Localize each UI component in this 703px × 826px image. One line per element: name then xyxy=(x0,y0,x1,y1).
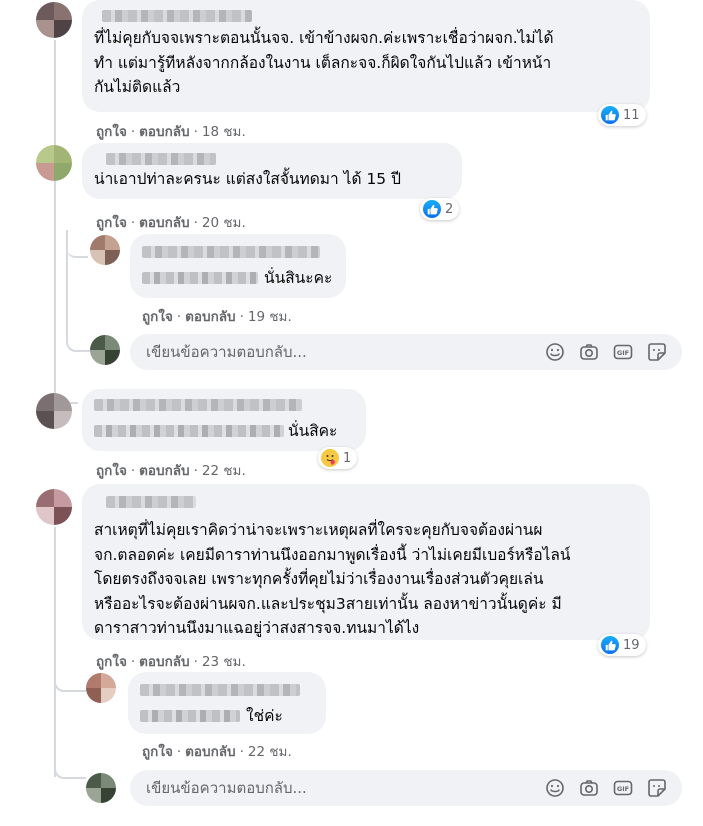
thread-connector xyxy=(54,670,86,692)
reply-bubble: ใช่ค่ะ xyxy=(128,672,326,734)
comment-time[interactable]: 19 ชม. xyxy=(248,309,292,325)
separator: · xyxy=(193,124,198,140)
reply-input[interactable] xyxy=(130,769,544,807)
comment-text: ใช่ค่ะ xyxy=(246,707,283,725)
reaction-badge[interactable]: 11 xyxy=(598,104,646,126)
comment-text: นั่นสิคะ xyxy=(288,422,338,440)
reaction-count: 2 xyxy=(445,201,454,217)
commenter-name[interactable] xyxy=(102,10,252,22)
avatar xyxy=(86,773,116,803)
comment-time[interactable]: 23 ชม. xyxy=(202,654,246,670)
separator: · xyxy=(176,309,182,325)
like-reaction-icon xyxy=(423,200,441,218)
reply-button[interactable]: ตอบกลับ xyxy=(185,744,235,760)
reaction-count: 11 xyxy=(623,107,640,123)
reply-button[interactable]: ตอบกลับ xyxy=(185,309,235,325)
camera-icon[interactable] xyxy=(578,341,600,363)
camera-icon[interactable] xyxy=(578,777,600,799)
reply-button[interactable]: ตอบกลับ xyxy=(139,124,189,140)
comment-time[interactable]: 18 ชม. xyxy=(202,124,246,140)
thread-line xyxy=(54,40,56,402)
separator: · xyxy=(193,654,198,670)
separator: · xyxy=(130,654,136,670)
reply-tools: GIF xyxy=(544,777,682,799)
reply-tools: GIF xyxy=(544,341,682,363)
reply-button[interactable]: ตอบกลับ xyxy=(139,463,189,479)
svg-text:GIF: GIF xyxy=(617,349,629,357)
thread-line xyxy=(54,527,56,777)
like-button[interactable]: ถูกใจ xyxy=(96,463,127,479)
avatar[interactable] xyxy=(36,393,72,429)
comment-bubble: สาเหตุที่ไม่คุยเราคิดว่าน่าจะเพราะเหตุผล… xyxy=(82,484,650,640)
like-reaction-icon xyxy=(601,106,619,124)
separator: · xyxy=(193,215,198,231)
comment-text: น่าเอาปท่าละครนะ แต่สงใสจั้นทดมา ได้ 15 … xyxy=(94,170,401,188)
comment-text: นั่นสินะคะ xyxy=(264,269,333,287)
like-button[interactable]: ถูกใจ xyxy=(96,654,127,670)
comment-actions: ถูกใจ · ตอบกลับ · 22 ชม. xyxy=(142,740,292,762)
gif-icon[interactable]: GIF xyxy=(612,777,634,799)
reply-button[interactable]: ตอบกลับ xyxy=(139,654,189,670)
svg-text:GIF: GIF xyxy=(617,785,629,793)
reaction-badge[interactable]: 19 xyxy=(598,634,646,656)
separator: · xyxy=(130,124,136,140)
separator: · xyxy=(193,463,198,479)
comment-actions: ถูกใจ · ตอบกลับ · 23 ชม. xyxy=(96,650,246,672)
thread-connector xyxy=(66,234,88,258)
reaction-badge[interactable]: 1 xyxy=(318,447,358,469)
avatar[interactable] xyxy=(90,235,120,265)
comment-actions: ถูกใจ · ตอบกลับ · 20 ชม. xyxy=(96,211,246,233)
comment-time[interactable]: 20 ชม. xyxy=(202,215,246,231)
like-button[interactable]: ถูกใจ xyxy=(96,215,127,231)
comment-actions: ถูกใจ · ตอบกลับ · 22 ชม. xyxy=(96,459,246,481)
avatar[interactable] xyxy=(86,673,116,703)
comment-time[interactable]: 22 ชม. xyxy=(248,744,292,760)
comment-actions: ถูกใจ · ตอบกลับ · 19 ชม. xyxy=(142,305,292,327)
comment-text: สาเหตุที่ไม่คุยเราคิดว่าน่าจะเพราะเหตุผล… xyxy=(94,521,571,637)
commenter-name[interactable] xyxy=(140,684,300,696)
comment-bubble: น่าเอาปท่าละครนะ แต่สงใสจั้นทดมา ได้ 15 … xyxy=(82,143,462,199)
separator: · xyxy=(130,215,136,231)
avatar[interactable] xyxy=(36,145,72,181)
separator: · xyxy=(239,309,244,325)
thread-connector xyxy=(54,757,86,779)
mention-tag[interactable] xyxy=(142,272,258,285)
separator: · xyxy=(239,744,244,760)
thread-connector xyxy=(66,330,90,352)
reply-button[interactable]: ตอบกลับ xyxy=(139,215,189,231)
avatar xyxy=(90,335,120,365)
avatar[interactable] xyxy=(36,2,72,38)
commenter-name[interactable] xyxy=(106,496,196,508)
comment-time[interactable]: 22 ชม. xyxy=(202,463,246,479)
separator: · xyxy=(130,463,136,479)
reply-bubble: นั่นสินะคะ xyxy=(130,234,346,298)
reaction-badge[interactable]: 2 xyxy=(420,198,460,220)
sticker-icon[interactable] xyxy=(646,777,668,799)
smile-icon[interactable] xyxy=(544,341,566,363)
care-reaction-icon xyxy=(321,449,339,467)
avatar[interactable] xyxy=(36,489,72,525)
smile-icon[interactable] xyxy=(544,777,566,799)
like-reaction-icon xyxy=(601,636,619,654)
like-button[interactable]: ถูกใจ xyxy=(142,744,173,760)
reply-box: GIF xyxy=(130,333,682,371)
reply-box: GIF xyxy=(130,769,682,807)
comment-bubble: ที่ไม่คุยกับจจเพราะตอนนั้นจจ. เข้าข้างผจ… xyxy=(82,0,650,112)
commenter-name[interactable] xyxy=(106,153,216,165)
commenter-name[interactable] xyxy=(94,399,302,411)
commenter-name[interactable] xyxy=(142,246,320,258)
reply-input[interactable] xyxy=(130,333,544,371)
comment-actions: ถูกใจ · ตอบกลับ · 18 ชม. xyxy=(96,120,246,142)
like-button[interactable]: ถูกใจ xyxy=(142,309,173,325)
separator: · xyxy=(176,744,182,760)
reaction-count: 1 xyxy=(343,450,352,466)
mention-tag[interactable] xyxy=(140,710,240,723)
reaction-count: 19 xyxy=(623,637,640,653)
sticker-icon[interactable] xyxy=(646,341,668,363)
comment-bubble: นั่นสิคะ xyxy=(82,389,366,451)
gif-icon[interactable]: GIF xyxy=(612,341,634,363)
comment-text: ที่ไม่คุยกับจจเพราะตอนนั้นจจ. เข้าข้างผจ… xyxy=(94,29,554,96)
like-button[interactable]: ถูกใจ xyxy=(96,124,127,140)
mention-tag[interactable] xyxy=(94,425,284,438)
